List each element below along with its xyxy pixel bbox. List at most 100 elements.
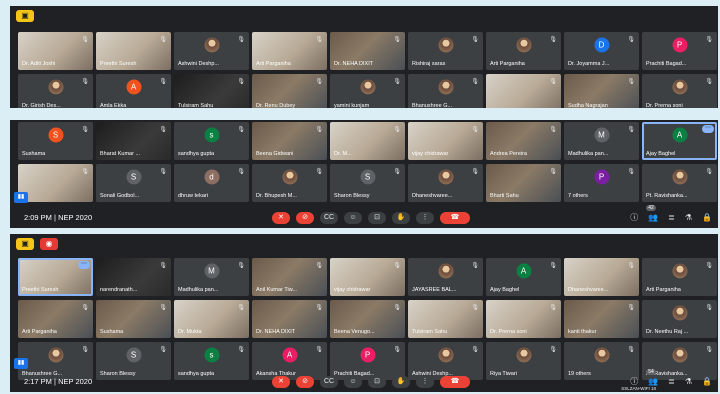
mic-muted-icon: 🎙: [471, 263, 479, 269]
mic-muted-icon: 🎙: [549, 79, 557, 85]
emoji-button[interactable]: ☺: [344, 376, 362, 388]
participant-tile[interactable]: 🎙 Dhaneshvaree...: [564, 258, 639, 296]
participant-tile[interactable]: A 🎙 Amla Ekka: [96, 74, 171, 108]
avatar: [282, 169, 297, 185]
participant-tile[interactable]: S 🎙 Sonali Godbol...: [96, 164, 171, 202]
present-button[interactable]: ▣: [16, 10, 34, 22]
activities-icon[interactable]: ⚗: [685, 213, 692, 222]
info-icon[interactable]: ⓘ: [630, 212, 638, 223]
mic-muted-icon: 🎙: [159, 347, 167, 353]
participant-tile[interactable]: 🎙 Bharti Sahu: [486, 164, 561, 202]
participant-tile[interactable]: 🎙 Arti Parganiha: [486, 32, 561, 70]
participant-tile[interactable]: P 🎙 Prachiti Bagad...: [642, 32, 717, 70]
participant-tile[interactable]: 🎙 Bhanushree G...: [408, 74, 483, 108]
host-controls-icon[interactable]: 🔒: [702, 213, 712, 222]
captions-button[interactable]: CC: [320, 212, 338, 224]
recording-indicator[interactable]: ◉: [40, 238, 58, 250]
participant-tile[interactable]: P 🎙 7 others: [564, 164, 639, 202]
participant-tile[interactable]: 🎙 Dr. Bhupesh M...: [252, 164, 327, 202]
captions-chip[interactable]: ▮▮: [14, 192, 28, 203]
participant-tile[interactable]: 🎙 narendranath...: [96, 258, 171, 296]
participant-name: Dhaneshvaree...: [568, 287, 609, 293]
participant-tile[interactable]: 🎙: [18, 164, 93, 202]
participant-tile[interactable]: 🎙 Dr. Neethu Raj ...: [642, 300, 717, 338]
present-screen-button[interactable]: ⊡: [368, 212, 386, 224]
mic-toggle-button[interactable]: ✕: [272, 212, 290, 224]
mic-toggle-button[interactable]: ✕: [272, 376, 290, 388]
participant-tile[interactable]: 🎙 vijay chidrawar: [408, 122, 483, 160]
host-controls-icon[interactable]: 🔒: [702, 377, 712, 386]
camera-toggle-button[interactable]: ⊘: [296, 212, 314, 224]
participant-tile[interactable]: 🎙 yamini kunjam: [330, 74, 405, 108]
avatar: P: [360, 347, 375, 363]
people-button[interactable]: 42 👥: [646, 205, 658, 222]
people-button[interactable]: 54 👥: [646, 369, 658, 386]
participant-tile[interactable]: 🎙 Tulsiram Sahu: [174, 74, 249, 108]
emoji-button[interactable]: ☺: [344, 212, 362, 224]
end-call-button[interactable]: ☎: [440, 212, 470, 224]
participant-tile[interactable]: 🎙 Pt. Ravishanka...: [642, 164, 717, 202]
activities-icon[interactable]: ⚗: [685, 377, 692, 386]
raise-hand-button[interactable]: ✋: [392, 212, 410, 224]
participant-tile[interactable]: 🎙 Dr. Prerna soni: [642, 74, 717, 108]
participant-tile[interactable]: 🎙 Dr. NEHA DIXIT: [330, 32, 405, 70]
raise-hand-button[interactable]: ✋: [392, 376, 410, 388]
participant-tile[interactable]: ⋯ Preethi Suresh: [18, 258, 93, 296]
participant-tile[interactable]: 🎙 Andrea Pereira: [486, 122, 561, 160]
mic-muted-icon: 🎙: [627, 79, 635, 85]
participant-tile[interactable]: 🎙 Sushama: [96, 300, 171, 338]
captions-button[interactable]: CC: [320, 376, 338, 388]
participant-tile[interactable]: S 🎙 Sharon Blessy: [330, 164, 405, 202]
participant-tile[interactable]: 🎙 Beena Gidwani: [252, 122, 327, 160]
participant-tile[interactable]: 🎙 vijay chidrawar: [330, 258, 405, 296]
participant-tile[interactable]: 🎙 Dr. Renu Dubey: [252, 74, 327, 108]
more-options-icon[interactable]: ⋯: [702, 125, 714, 133]
participant-tile[interactable]: 🎙 Anil Kumar Tiw...: [252, 258, 327, 296]
participant-tile[interactable]: 🎙 Sudha Nagrajan: [564, 74, 639, 108]
present-screen-button[interactable]: ⊡: [368, 376, 386, 388]
mic-muted-icon: 🎙: [159, 263, 167, 269]
participant-tile[interactable]: 🎙 JAYASREE BAL...: [408, 258, 483, 296]
participant-tile[interactable]: 🎙 Tulsiram Sahu: [408, 300, 483, 338]
participant-name: Ajay Baghel: [490, 287, 520, 293]
participant-tile[interactable]: 🎙 Dr. NEHA DIXIT: [252, 300, 327, 338]
more-options-button[interactable]: ⋮: [416, 212, 434, 224]
participant-tile[interactable]: 🎙: [486, 74, 561, 108]
captions-chip[interactable]: ▮▮: [14, 358, 28, 369]
end-call-button[interactable]: ☎: [440, 376, 470, 388]
participant-tile[interactable]: M 🎙 Madhulika pan...: [174, 258, 249, 296]
mic-muted-icon: 🎙: [471, 169, 479, 175]
participant-tile[interactable]: 🎙 Dr. Mukta: [174, 300, 249, 338]
present-button[interactable]: ▣: [16, 238, 34, 250]
participant-tile[interactable]: s 🎙 sandhya gupta: [174, 122, 249, 160]
info-icon[interactable]: ⓘ: [630, 376, 638, 387]
participant-tile[interactable]: 🎙 Dr. Aditi Joshi: [18, 32, 93, 70]
participant-tile[interactable]: 🎙 Dr. Prerna soni: [486, 300, 561, 338]
participant-tile[interactable]: A 🎙 Ajay Baghel: [486, 258, 561, 296]
participant-tile[interactable]: d 🎙 dhruw tekari: [174, 164, 249, 202]
participant-tile[interactable]: 🎙 Arti Parganiha: [642, 258, 717, 296]
participant-tile[interactable]: 🎙 Bharat Kumar ...: [96, 122, 171, 160]
participant-name: Dr. Bhupesh M...: [256, 193, 297, 199]
participant-tile[interactable]: M 🎙 Madhulika pan...: [564, 122, 639, 160]
more-options-button[interactable]: ⋮: [416, 376, 434, 388]
chat-icon[interactable]: ≣: [668, 213, 675, 222]
participant-tile[interactable]: 🎙 Preethi Suresh: [96, 32, 171, 70]
participant-tile[interactable]: 🎙 Dhaneshvaree...: [408, 164, 483, 202]
mic-muted-icon: 🎙: [315, 127, 323, 133]
mic-muted-icon: 🎙: [549, 37, 557, 43]
participant-tile[interactable]: D 🎙 Dr. Joyamma J...: [564, 32, 639, 70]
participant-tile[interactable]: 🎙 Dr. Girish Des...: [18, 74, 93, 108]
participant-tile[interactable]: 🎙 Ashwini Deshp...: [174, 32, 249, 70]
more-options-icon[interactable]: ⋯: [78, 261, 90, 269]
camera-toggle-button[interactable]: ⊘: [296, 376, 314, 388]
participant-tile[interactable]: A ⋯ Ajay Baghel: [642, 122, 717, 160]
participant-tile[interactable]: 🎙 kanti thakur: [564, 300, 639, 338]
participant-tile[interactable]: 🎙 Beena Venugo...: [330, 300, 405, 338]
participant-tile[interactable]: 🎙 Dr. M...: [330, 122, 405, 160]
participant-tile[interactable]: S 🎙 Sushama: [18, 122, 93, 160]
participant-tile[interactable]: 🎙 Rishiraj saras: [408, 32, 483, 70]
participant-tile[interactable]: 🎙 Arti Parganiha: [18, 300, 93, 338]
chat-icon[interactable]: ≣: [668, 377, 675, 386]
participant-tile[interactable]: 🎙 Arti Parganiha: [252, 32, 327, 70]
